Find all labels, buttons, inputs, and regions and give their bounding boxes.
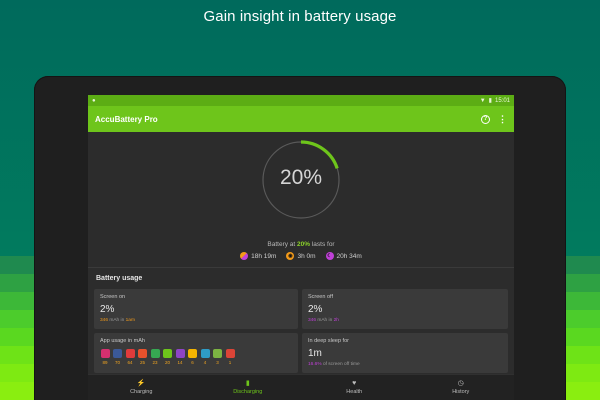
bottom-navigation: ⚡ Charging ▮ Discharging ♥ Health ◷ Hist… [88,374,514,400]
more-vert-icon[interactable]: ⋮ [498,114,507,124]
battery-usage-title: Battery usage [96,275,143,282]
app-usage-item[interactable]: 23 [150,349,160,365]
status-time: 15:01 [494,97,510,104]
screen-off-duration: 2h [333,318,339,323]
app-screen: ● ▼ ▮ 15:01 AccuBattery Pro ? ⋮ 20% Batt… [88,95,514,400]
tab-label: Health [346,389,363,395]
screen-on-sub: 346 mAh in 1am [100,318,292,323]
app-usage-item[interactable]: 3 [213,349,223,365]
tab-history[interactable]: ◷ History [408,375,515,400]
discharging-icon: ▮ [245,380,250,387]
app-usage-item[interactable]: 70 [113,349,123,365]
app-title: AccuBattery Pro [95,114,158,124]
app-usage-item[interactable]: 1 [225,349,235,365]
app-usage-value: 70 [114,360,120,365]
android-icon: ● [92,97,96,104]
app-usage-value: 23 [152,360,158,365]
history-icon: ◷ [457,380,464,387]
app-usage-value: 20 [164,360,170,365]
app-usage-item[interactable]: 6 [188,349,198,365]
screen-on-icon [240,252,249,260]
screen-off-sub: 346 mAh in 2h [308,318,502,323]
tab-charging[interactable]: ⚡ Charging [88,375,195,400]
messages-icon [175,349,185,358]
app-usage-label: App usage in mAh [100,338,145,344]
lasts-for-text: Battery at 20% lasts for [88,241,514,248]
deep-sleep-text: of screen off time [321,362,360,367]
app-usage-item[interactable]: 64 [125,349,135,365]
shield-icon [163,349,172,358]
battery-icon: ▮ [488,98,492,104]
tab-health[interactable]: ♥ Health [301,375,408,400]
lasts-suffix: lasts for [310,241,335,248]
duration-deep-sleep: ☾ 20h 34m [325,252,362,260]
duration-value: 18h 19m [251,252,277,260]
combined-icon: ◉ [286,252,295,260]
app-usage-value: 64 [127,360,133,365]
screen-off-card[interactable]: Screen off 2% 346 mAh in 2h [302,289,508,329]
app-usage-item[interactable]: 25 [138,349,148,365]
screen-off-mah: 346 [308,318,317,323]
screen-off-value: 2% [308,304,323,315]
tab-label: History [452,389,470,395]
duration-combined: ◉ 3h 0m [286,252,316,260]
durations-row: 18h 19m ◉ 3h 0m ☾ 20h 34m [88,252,514,260]
duration-screen-on: 18h 19m [240,252,276,260]
screen-off-mah-mid: mAh in [316,318,334,323]
lasts-percent: 20% [297,241,311,248]
tab-label: Charging [130,389,153,395]
section-divider [88,267,514,268]
screen-on-value: 2% [100,304,115,315]
deep-sleep-value: 1m [308,348,322,359]
android-icon [213,349,222,358]
deep-sleep-card[interactable]: In deep sleep for 1m 16.6% of screen off… [302,333,508,373]
screen-on-duration: 1am [125,318,135,323]
app-usage-item[interactable]: 89 [100,349,110,365]
tab-discharging[interactable]: ▮ Discharging [195,375,302,400]
status-bar: ● ▼ ▮ 15:01 [88,95,514,106]
deep-sleep-pct: 16.6% [308,362,322,367]
app-usage-value: 4 [203,360,207,365]
app-usage-list: 89 70 64 25 23 20 14 6 4 3 1 [100,349,292,365]
screen-on-mah: 346 [100,318,109,323]
app-usage-card[interactable]: App usage in mAh 89 70 64 25 23 20 14 6 4 3 1 [94,333,298,373]
app-usage-value: 3 [216,360,219,365]
app-usage-item[interactable]: 14 [175,349,185,365]
facebook-icon [113,349,122,358]
deep-sleep-sub: 16.6% of screen off time [308,362,502,367]
heart-icon: ♥ [352,380,357,387]
deep-sleep-label: In deep sleep for [308,338,349,344]
app-usage-value: 89 [102,360,108,365]
screen-on-label: Screen on [100,294,126,300]
charging-icon: ⚡ [136,380,146,387]
gauge-percent: 20% [279,166,323,189]
instagram-icon [100,349,110,358]
app-usage-value: 14 [177,360,183,365]
status-right: ▼ ▮ 15:01 [479,97,510,105]
duration-value: 3h 0m [297,252,316,260]
screen-off-label: Screen off [308,294,333,300]
app-usage-item[interactable]: 4 [200,349,210,365]
app-usage-value: 6 [191,360,194,365]
app-usage-value: 25 [139,360,145,365]
app-usage-item[interactable]: 20 [163,349,173,365]
app-bar-actions: ? ⋮ [481,114,507,124]
screen-on-card[interactable]: Screen on 2% 346 mAh in 1am [94,289,298,329]
n-icon [200,349,210,358]
drive-icon [188,349,197,358]
app-bar: AccuBattery Pro ? ⋮ [88,106,514,132]
chrome-icon [225,349,235,358]
app-usage-value: 1 [228,360,232,365]
headline: Gain insight in battery usage [203,8,397,25]
screen-on-mah-mid: mAh in [108,318,126,323]
maps-icon [150,349,160,358]
help-icon[interactable]: ? [481,114,490,124]
chrome-like-icon [138,349,147,358]
deep-sleep-icon: ☾ [325,252,334,260]
duration-value: 20h 34m [336,252,362,260]
pokeball-icon [125,349,135,358]
lasts-prefix: Battery at [267,241,298,248]
wifi-icon: ▼ [479,97,486,104]
tab-label: Discharging [233,389,263,395]
